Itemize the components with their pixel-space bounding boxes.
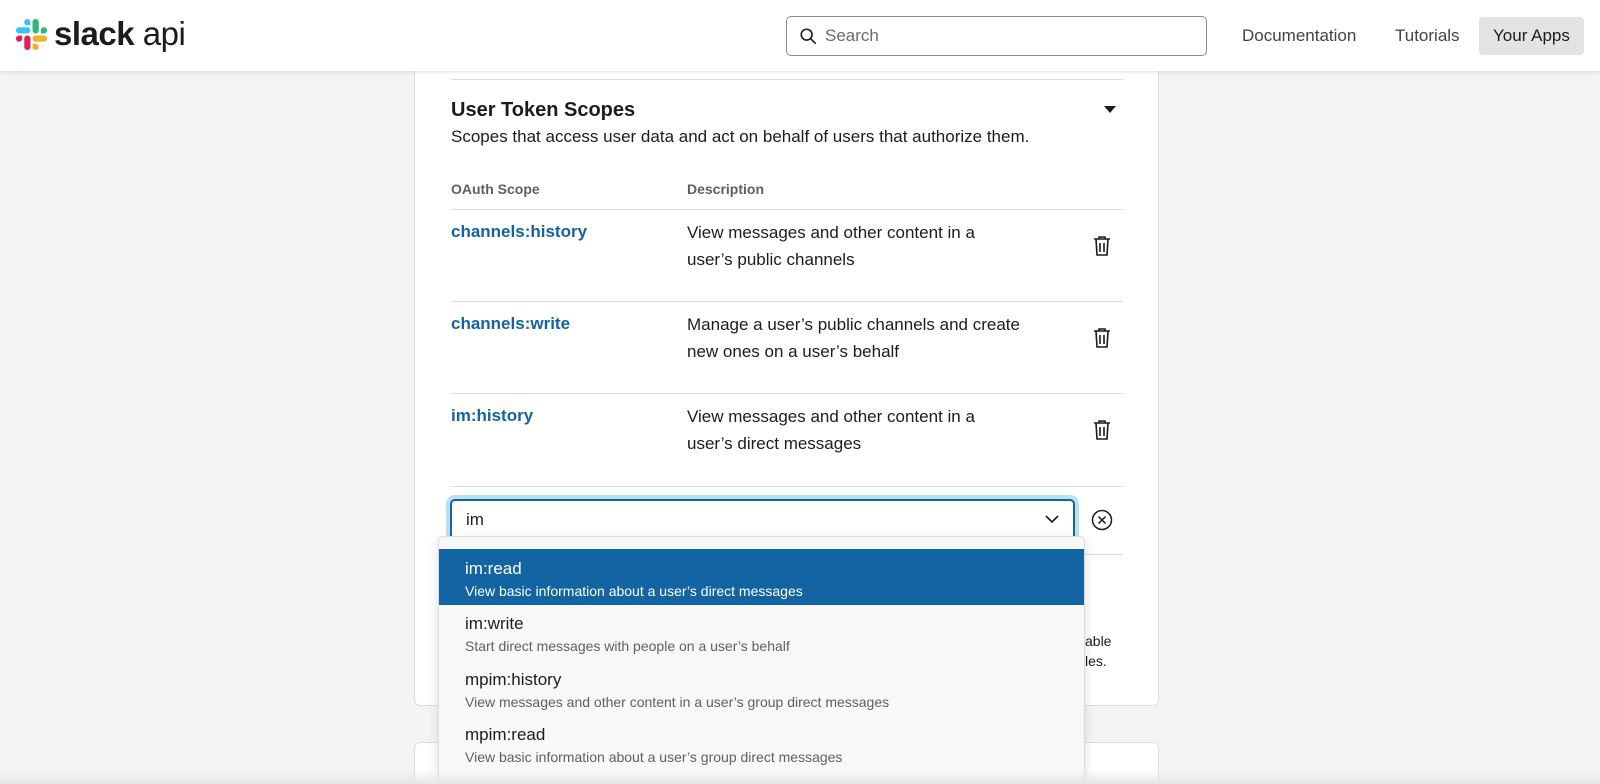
scope-link-im-history[interactable]: im:history bbox=[451, 406, 533, 426]
top-header: slack api Documentation Tutorials Your A… bbox=[0, 0, 1600, 71]
nav-tutorials[interactable]: Tutorials bbox=[1381, 17, 1474, 55]
scope-description: View messages and other content in a use… bbox=[687, 219, 1037, 273]
scope-description-line: View messages and other content in a bbox=[687, 407, 975, 426]
option-name: mpim:history bbox=[465, 670, 562, 689]
obscured-text: able bbox=[1085, 633, 1112, 649]
scope-select-input[interactable] bbox=[466, 510, 1026, 530]
dropdown-option-mpim-history[interactable]: mpim:history View messages and other con… bbox=[439, 660, 1084, 716]
option-description: View basic information about a user’s di… bbox=[465, 583, 803, 599]
row-divider bbox=[451, 393, 1123, 394]
row-divider bbox=[451, 209, 1123, 210]
scope-select-box[interactable] bbox=[450, 499, 1075, 541]
option-name: im:write bbox=[465, 614, 524, 633]
search-box[interactable] bbox=[786, 16, 1207, 56]
logo-slack-text: slack bbox=[54, 15, 135, 52]
trash-icon[interactable] bbox=[1093, 419, 1111, 441]
search-input[interactable] bbox=[825, 26, 1185, 46]
column-oauth-scope: OAuth Scope bbox=[451, 181, 540, 197]
dropdown-option-im-write[interactable]: im:write Start direct messages with peop… bbox=[439, 604, 1084, 660]
scope-description-line: user’s direct messages bbox=[687, 434, 862, 453]
scope-description-line: View messages and other content in a bbox=[687, 223, 975, 242]
option-name: im:read bbox=[465, 559, 522, 578]
chevron-down-icon[interactable] bbox=[1045, 514, 1059, 524]
scope-description-line: user’s public channels bbox=[687, 250, 855, 269]
option-name: mpim:read bbox=[465, 725, 546, 744]
row-divider bbox=[451, 486, 1123, 487]
logo-wordmark: slack api bbox=[54, 15, 186, 52]
divider bbox=[451, 79, 1123, 80]
row-divider bbox=[451, 301, 1123, 302]
trash-icon[interactable] bbox=[1093, 235, 1111, 257]
trash-icon[interactable] bbox=[1093, 327, 1111, 349]
collapse-caret-icon[interactable] bbox=[1104, 106, 1116, 113]
column-description: Description bbox=[687, 181, 765, 197]
option-description: Start direct messages with people on a u… bbox=[465, 638, 790, 654]
bottom-fade bbox=[0, 770, 1600, 784]
section-description: Scopes that access user data and act on … bbox=[451, 127, 1030, 146]
scope-description-line: Manage a user’s public channels and crea… bbox=[687, 315, 1020, 334]
nav-documentation[interactable]: Documentation bbox=[1228, 17, 1370, 55]
option-description: View messages and other content in a use… bbox=[465, 694, 890, 710]
dropdown-option-mpim-read[interactable]: mpim:read View basic information about a… bbox=[439, 715, 1084, 771]
search-icon bbox=[800, 28, 817, 45]
scope-dropdown-menu: im:read View basic information about a u… bbox=[438, 536, 1085, 784]
scope-link-channels-history[interactable]: channels:history bbox=[451, 222, 587, 242]
nav-your-apps[interactable]: Your Apps bbox=[1479, 17, 1584, 55]
scope-link-channels-write[interactable]: channels:write bbox=[451, 314, 570, 334]
clear-circle-icon[interactable] bbox=[1091, 509, 1113, 531]
dropdown-option-im-read[interactable]: im:read View basic information about a u… bbox=[439, 549, 1084, 605]
obscured-text: les. bbox=[1085, 653, 1107, 669]
scope-description-line: new ones on a user’s behalf bbox=[687, 342, 900, 361]
logo-api-text: api bbox=[142, 15, 186, 52]
section-title: User Token Scopes bbox=[451, 99, 636, 121]
slack-logo-icon bbox=[16, 18, 47, 50]
option-description: View basic information about a user’s gr… bbox=[465, 749, 843, 765]
scope-description: Manage a user’s public channels and crea… bbox=[687, 311, 1037, 365]
scope-description: View messages and other content in a use… bbox=[687, 403, 1037, 457]
slack-api-logo[interactable]: slack api bbox=[16, 15, 186, 52]
